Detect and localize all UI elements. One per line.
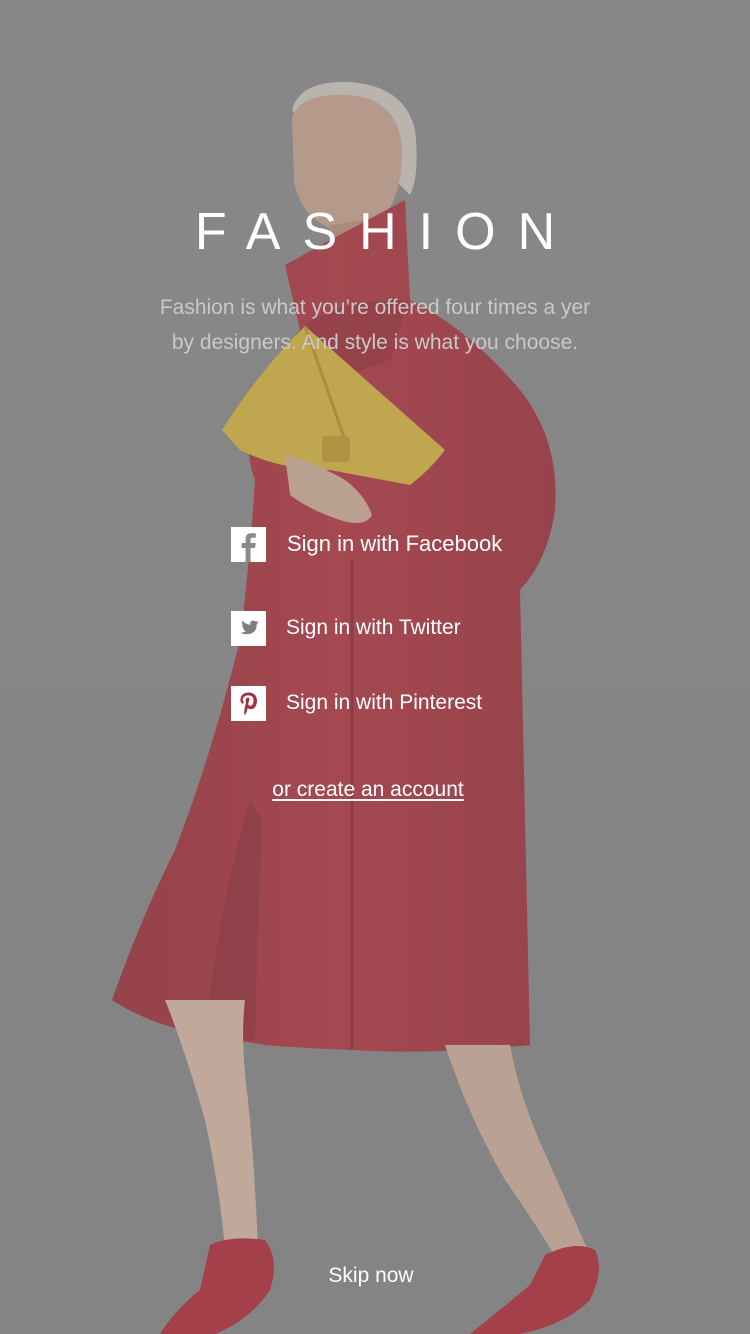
sign-in-facebook-button[interactable]: Sign in with Facebook: [231, 526, 502, 562]
facebook-label: Sign in with Facebook: [287, 531, 503, 556]
sign-in-twitter-button[interactable]: Sign in with Twitter: [231, 610, 461, 646]
twitter-label: Sign in with Twitter: [286, 616, 461, 639]
tagline: Fashion is what you’re offered four time…: [130, 290, 620, 360]
twitter-icon: [231, 610, 266, 646]
create-account-link[interactable]: or create an account: [0, 778, 736, 802]
app-title: FASHION: [194, 203, 578, 261]
sign-in-pinterest-button[interactable]: Sign in with Pinterest: [231, 685, 482, 721]
login-screen: FASHION Fashion is what you’re offered f…: [0, 0, 750, 1334]
pinterest-icon: [231, 685, 266, 721]
facebook-icon: [231, 526, 266, 562]
tagline-line-1: Fashion is what you’re offered four time…: [159, 296, 591, 319]
pinterest-label: Sign in with Pinterest: [286, 691, 483, 714]
tagline-line-2: by designers. And style is what you choo…: [171, 331, 579, 354]
skip-now-button[interactable]: Skip now: [0, 1264, 742, 1288]
